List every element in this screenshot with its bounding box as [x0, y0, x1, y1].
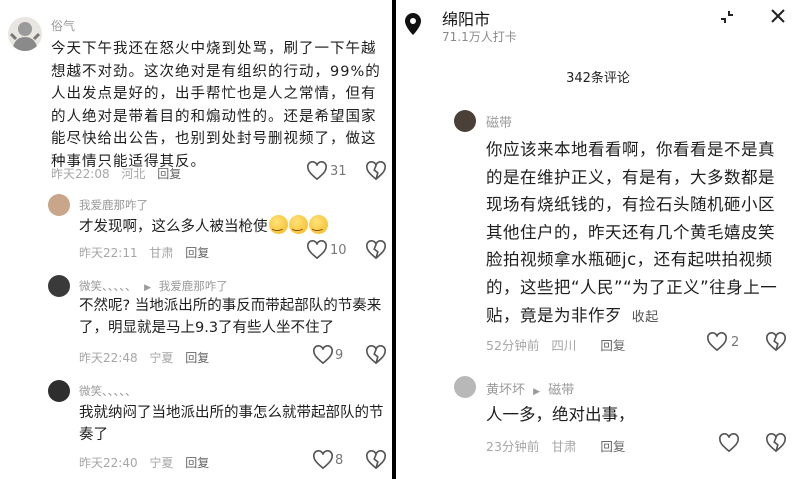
comment-meta: 昨天22:08 河北 回复: [51, 165, 189, 182]
comment-text: 人一多，绝对出事，: [486, 405, 635, 424]
dislike-heart-icon[interactable]: [765, 433, 787, 453]
reply-button[interactable]: 回复: [185, 246, 209, 260]
comment-location: 四川: [551, 338, 577, 353]
comment-text: 今天下午我还在怒火中烧到处骂，刷了一下午越想越不对劲。这次绝对是有组织的行动，9…: [51, 41, 381, 170]
comment-meta: 52分钟前 四川 回复: [486, 335, 633, 354]
heart-icon[interactable]: [718, 433, 740, 453]
heart-icon[interactable]: [306, 240, 328, 260]
grin-emoji: [288, 213, 308, 235]
comment-location: 河北: [121, 167, 146, 181]
comment-text-body: 你应该来本地看看啊，你看看是不是真的是在维护正义，有是有，大多数都是现场有烧纸钱…: [486, 140, 778, 325]
right-comment-panel: 绵阳市 71.1万人打卡 342条评论 磁带 你应该来本地看看啊，你看看是不是真…: [396, 0, 800, 479]
reply-to-arrow-icon: ▶: [533, 387, 541, 397]
like-count: 8: [335, 453, 344, 468]
reply-to-username[interactable]: 我爱鹿那咋了: [159, 279, 228, 293]
reply-username: 微笑、、、、、 ▶ 我爱鹿那咋了: [79, 278, 228, 294]
collapse-link[interactable]: 收起: [632, 310, 659, 325]
comment-time: 52分钟前: [486, 338, 540, 353]
reply-button[interactable]: 回复: [185, 456, 209, 470]
reply-button[interactable]: 回复: [600, 338, 625, 353]
heart-icon[interactable]: [706, 332, 728, 352]
reply-button[interactable]: 回复: [600, 439, 625, 454]
reply-text: 我就纳闷了当地派出所的事怎么就带起部队的节奏了: [79, 405, 384, 443]
comment-time: 23分钟前: [486, 439, 540, 454]
location-pin-icon: [405, 13, 421, 35]
comment-time: 昨天22:08: [51, 167, 110, 181]
comment-username[interactable]: 俗气: [51, 17, 75, 34]
dislike-heart-icon[interactable]: [365, 240, 387, 260]
reply-meta: 昨天22:48 宁夏 回复: [79, 349, 217, 366]
reply-button[interactable]: 回复: [185, 351, 209, 365]
avatar[interactable]: [454, 376, 476, 398]
grin-emoji: [268, 213, 288, 235]
comment-text: 你应该来本地看看啊，你看看是不是真的是在维护正义，有是有，大多数都是现场有烧纸钱…: [486, 136, 791, 331]
avatar[interactable]: [48, 275, 70, 297]
like-count: 9: [335, 348, 344, 363]
reply-location: 宁夏: [149, 351, 174, 365]
comment-count: 342条评论: [566, 71, 630, 86]
comment-location: 甘肃: [551, 439, 577, 454]
reply-text: 才发现啊，这么多人被当枪使: [79, 213, 379, 238]
heart-icon[interactable]: [312, 450, 334, 470]
reply-time: 昨天22:40: [79, 456, 138, 470]
avatar[interactable]: [48, 194, 70, 216]
avatar[interactable]: [454, 110, 476, 132]
reply-time: 昨天22:11: [79, 246, 138, 260]
grin-emoji: [308, 213, 328, 235]
reply-to-arrow-icon: ▶: [144, 283, 152, 293]
avatar[interactable]: [48, 380, 70, 402]
reply-to-username[interactable]: 磁带: [548, 383, 574, 398]
comment-username: 黄坏坏 ▶ 磁带: [486, 379, 574, 398]
reply-text-body: 才发现啊，这么多人被当枪使: [79, 219, 268, 235]
close-icon[interactable]: [770, 8, 786, 24]
like-count: 31: [330, 164, 347, 179]
reply-username-text[interactable]: 微笑、、、、、: [79, 279, 137, 293]
dislike-heart-icon[interactable]: [365, 161, 387, 181]
reply-button[interactable]: 回复: [157, 167, 181, 181]
reply-text: 不然呢? 当地派出所的事反而带起部队的节奏来了，明显就是马上9.3了有些人坐不住…: [79, 298, 382, 336]
minimize-icon[interactable]: [718, 8, 736, 26]
reply-location: 甘肃: [149, 246, 174, 260]
dislike-heart-icon[interactable]: [365, 450, 387, 470]
reply-meta: 昨天22:11 甘肃 回复: [79, 244, 217, 261]
dislike-heart-icon[interactable]: [365, 345, 387, 365]
reply-meta: 昨天22:40 宁夏 回复: [79, 454, 217, 471]
heart-icon[interactable]: [306, 161, 328, 181]
left-comment-panel: 俗气 今天下午我还在怒火中烧到处骂，刷了一下午越想越不对劲。这次绝对是有组织的行…: [0, 0, 392, 479]
heart-icon[interactable]: [312, 345, 334, 365]
like-count: 2: [731, 335, 740, 350]
location-title: 绵阳市: [442, 10, 491, 29]
reply-username[interactable]: 微笑、、、、、: [79, 383, 137, 399]
dislike-heart-icon[interactable]: [765, 332, 787, 352]
location-header[interactable]: 绵阳市 71.1万人打卡: [396, 0, 800, 52]
reply-time: 昨天22:48: [79, 351, 138, 365]
comment-meta: 23分钟前 甘肃 回复: [486, 436, 633, 455]
comment-username[interactable]: 磁带: [486, 112, 512, 131]
like-count: 10: [330, 243, 347, 258]
reply-username[interactable]: 我爱鹿那咋了: [79, 197, 148, 213]
comment-username-text[interactable]: 黄坏坏: [486, 383, 525, 398]
reply-location: 宁夏: [149, 456, 174, 470]
checkin-count: 71.1万人打卡: [442, 30, 517, 44]
avatar[interactable]: [8, 17, 42, 51]
